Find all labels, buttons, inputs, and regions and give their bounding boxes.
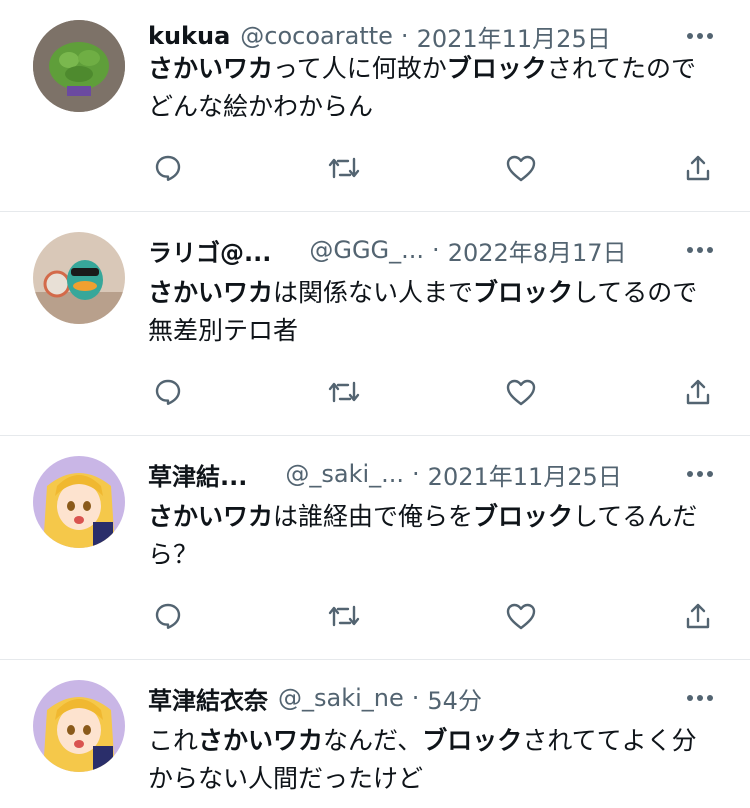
highlight-text: さかいワカ <box>148 54 274 83</box>
like-icon[interactable] <box>501 372 541 412</box>
share-icon[interactable] <box>678 148 718 188</box>
retweet-icon[interactable] <box>324 148 364 188</box>
highlight-text: ブロック <box>446 54 547 83</box>
highlight-text: さかいワカ <box>198 726 324 755</box>
retweet-icon[interactable] <box>324 372 364 412</box>
tweet-text: さかいワカって人に何故かブロックされてたのでどんな絵かわからん <box>148 50 708 126</box>
tweet-header: 草津結... @_saki_... · 2021年11月25日 <box>148 454 660 494</box>
timestamp[interactable]: 2022年8月17日 <box>448 233 627 268</box>
handle[interactable]: @GGG_... <box>309 236 424 264</box>
timestamp[interactable]: 2021年11月25日 <box>428 457 622 492</box>
text-segment: って人に何故か <box>273 54 447 83</box>
more-icon[interactable] <box>682 680 718 716</box>
handle[interactable]: @_saki_ne <box>278 684 404 712</box>
display-name[interactable]: kukua <box>148 22 230 50</box>
highlight-text: さかいワカ <box>148 278 274 307</box>
avatar[interactable] <box>33 232 125 324</box>
highlight-text: さかいワカ <box>148 502 274 531</box>
like-icon[interactable] <box>501 596 541 636</box>
separator: · <box>400 22 409 50</box>
tweet-text: さかいワカは誰経由で俺らをブロックしてるんだら？ <box>148 498 708 574</box>
display-name[interactable]: 草津結衣奈 <box>148 681 268 716</box>
text-segment: なんだ、 <box>323 726 423 755</box>
avatar[interactable] <box>33 20 125 112</box>
avatar[interactable] <box>33 680 125 772</box>
timestamp[interactable]: 2021年11月25日 <box>417 19 611 54</box>
tweet-text: これさかいワカなんだ、ブロックされててよく分からない人間だったけど <box>148 722 708 798</box>
tweet[interactable]: 草津結衣奈 @_saki_ne · 54分 これさかいワカなんだ、ブロックされて… <box>0 660 750 808</box>
more-icon[interactable] <box>682 456 718 492</box>
more-icon[interactable] <box>682 232 718 268</box>
more-icon[interactable] <box>682 18 718 54</box>
action-bar <box>148 372 718 412</box>
text-segment: は誰経由で俺らを <box>273 502 474 531</box>
tweet[interactable]: kukua @cocoaratte · 2021年11月25日 さかいワカって人… <box>0 0 750 212</box>
display-name[interactable]: ラリゴ@... <box>148 233 271 268</box>
share-icon[interactable] <box>678 596 718 636</box>
reply-icon[interactable] <box>148 372 188 412</box>
timestamp[interactable]: 54分 <box>427 681 482 716</box>
tweet-text: さかいワカは関係ない人までブロックしてるので無差別テロ者 <box>148 274 708 350</box>
reply-icon[interactable] <box>148 596 188 636</box>
separator: · <box>411 684 420 712</box>
highlight-text: ブロック <box>473 278 574 307</box>
tweet[interactable]: ラリゴ@... @GGG_... · 2022年8月17日 さかいワカは関係ない… <box>0 212 750 436</box>
text-segment: これ <box>148 726 199 755</box>
like-icon[interactable] <box>501 148 541 188</box>
tweet[interactable]: 草津結... @_saki_... · 2021年11月25日 さかいワカは誰経… <box>0 436 750 660</box>
avatar[interactable] <box>33 456 125 548</box>
separator: · <box>432 236 440 264</box>
highlight-text: ブロック <box>422 726 523 755</box>
action-bar <box>148 148 718 188</box>
handle[interactable]: @cocoaratte <box>240 22 393 50</box>
separator: · <box>412 460 420 488</box>
text-segment: は関係ない人まで <box>273 278 474 307</box>
tweet-header: 草津結衣奈 @_saki_ne · 54分 <box>148 678 660 718</box>
action-bar <box>148 596 718 636</box>
share-icon[interactable] <box>678 372 718 412</box>
display-name[interactable]: 草津結... <box>148 457 247 492</box>
tweet-header: ラリゴ@... @GGG_... · 2022年8月17日 <box>148 230 660 270</box>
reply-icon[interactable] <box>148 148 188 188</box>
handle[interactable]: @_saki_... <box>285 460 404 488</box>
highlight-text: ブロック <box>473 502 574 531</box>
retweet-icon[interactable] <box>324 596 364 636</box>
